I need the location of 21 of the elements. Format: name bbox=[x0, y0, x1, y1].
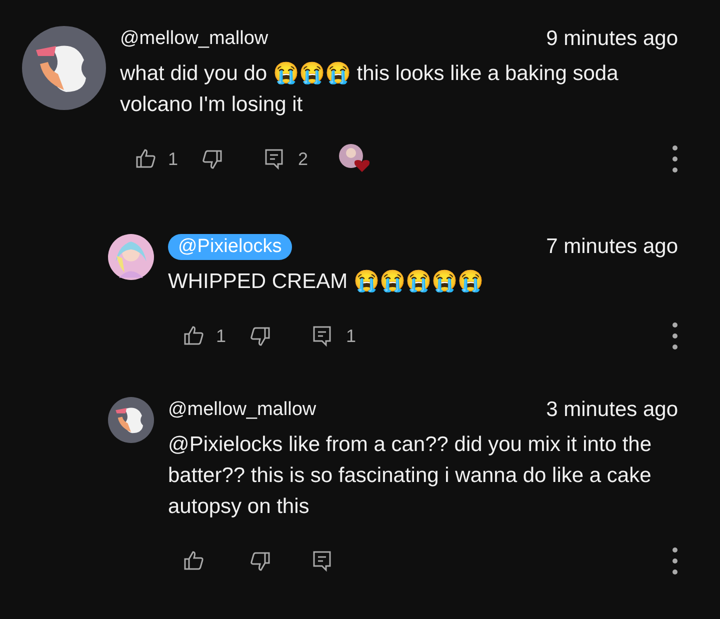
timestamp[interactable]: 9 minutes ago bbox=[546, 26, 678, 52]
avatar[interactable] bbox=[108, 234, 154, 280]
author-name[interactable]: @mellow_mallow bbox=[168, 397, 316, 423]
avatar[interactable] bbox=[22, 26, 106, 110]
reply-count: 1 bbox=[346, 324, 356, 348]
thumbs-up-icon[interactable] bbox=[182, 324, 206, 348]
timestamp[interactable]: 7 minutes ago bbox=[546, 234, 678, 260]
more-options-icon[interactable] bbox=[672, 145, 678, 173]
thumbs-up-icon[interactable] bbox=[182, 549, 206, 573]
comment-text: what did you do 😭😭😭 this looks like a baking soda volcano I'm losing it bbox=[120, 60, 620, 118]
thumbs-up-icon[interactable] bbox=[134, 147, 158, 171]
comment-text: @Pixielocks like from a can?? did you mix it into the batter?? this is so fascinating i wanna do like a cake autopsy on this bbox=[168, 432, 653, 520]
like-count: 1 bbox=[168, 148, 178, 170]
avatar[interactable] bbox=[108, 397, 154, 443]
more-options-icon[interactable] bbox=[672, 547, 678, 575]
timestamp[interactable]: 3 minutes ago bbox=[546, 397, 678, 423]
more-options-icon[interactable] bbox=[672, 322, 678, 350]
like-count: 1 bbox=[216, 324, 226, 348]
reply-count: 2 bbox=[298, 148, 308, 170]
comment-text: WHIPPED CREAM 😭😭😭😭😭 bbox=[168, 268, 485, 295]
author-name[interactable]: @mellow_mallow bbox=[120, 26, 268, 52]
